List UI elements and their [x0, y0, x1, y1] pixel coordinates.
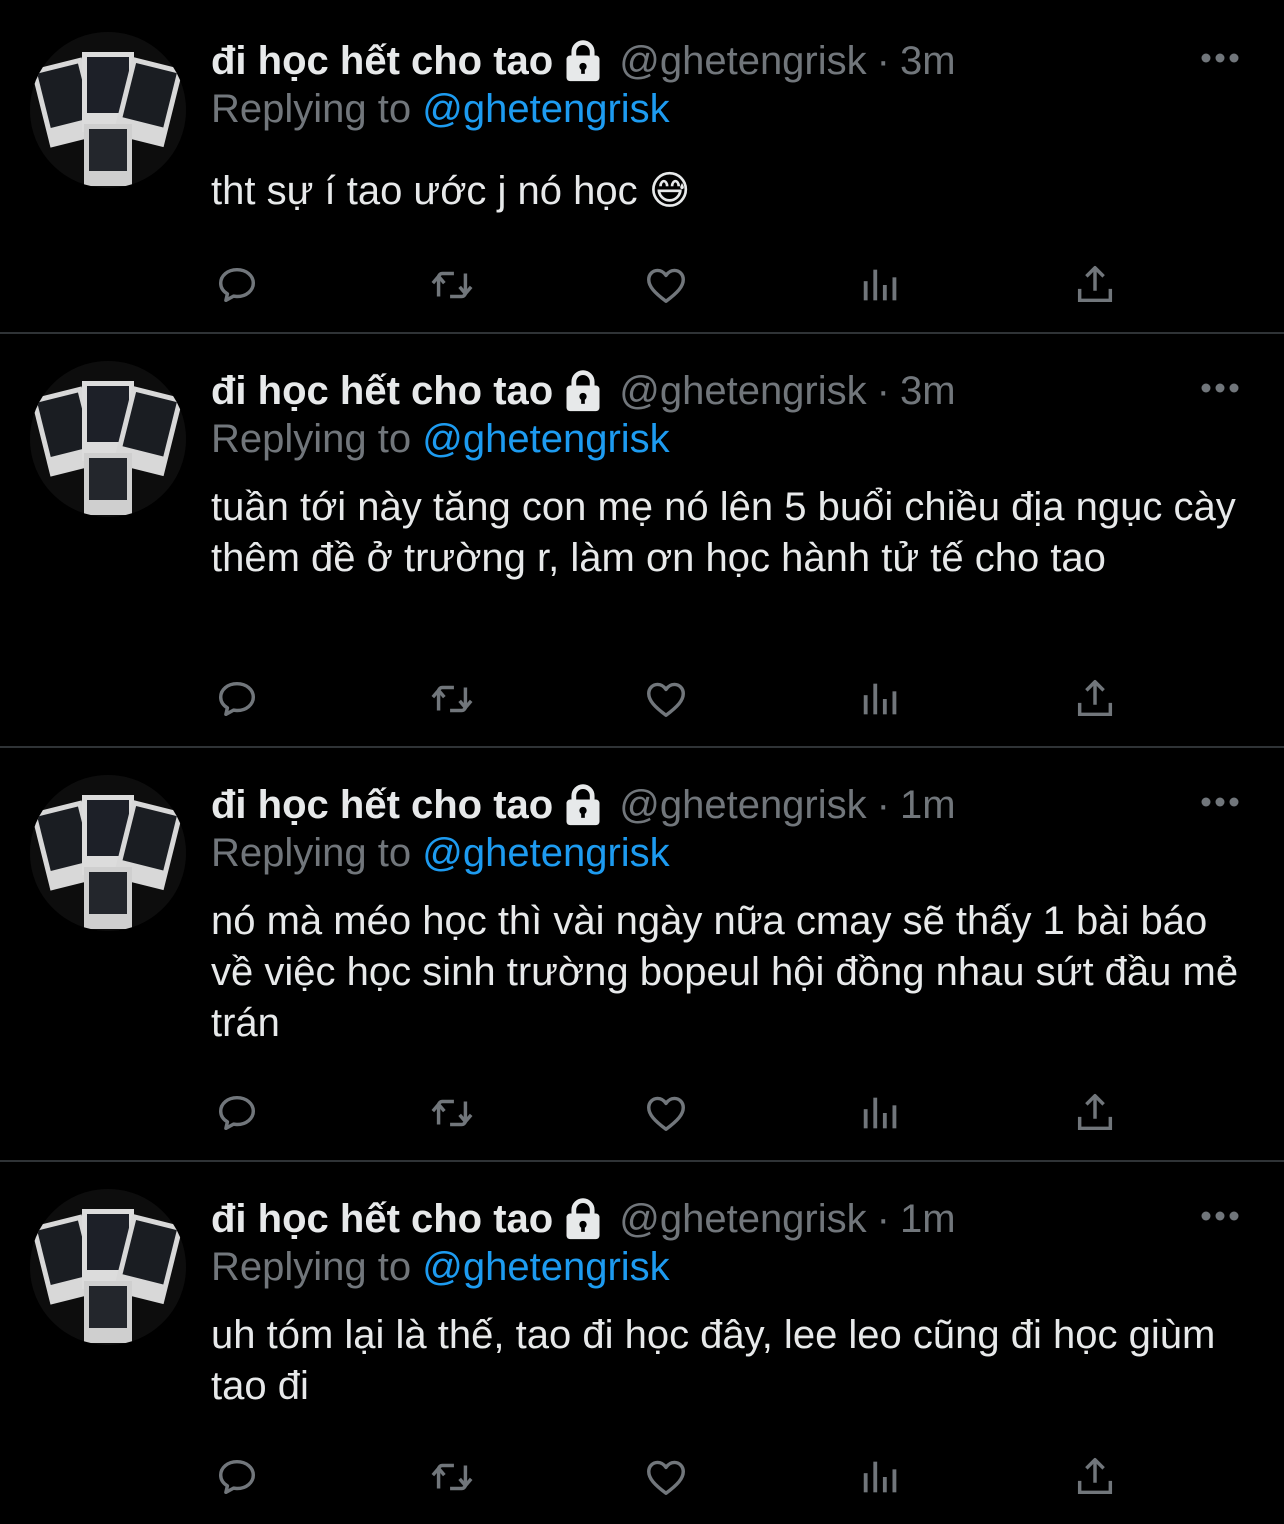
retweet-button[interactable]	[427, 674, 477, 724]
share-button[interactable]	[1070, 260, 1120, 310]
views-button[interactable]	[856, 260, 906, 310]
tweet-header: đi học hết cho tao @ghetengrisk · 3m	[211, 36, 956, 86]
display-name[interactable]: đi học hết cho tao	[211, 1194, 553, 1244]
tweet-text: tuần tới này tăng con mẹ nó lên 5 buổi c…	[211, 485, 1236, 580]
tweet-divider	[0, 332, 1284, 334]
replying-to: Replying to @ghetengrisk	[211, 1242, 670, 1292]
lock-icon	[566, 40, 600, 82]
retweet-button[interactable]	[427, 1452, 477, 1502]
timestamp[interactable]: 3m	[900, 36, 956, 86]
views-button[interactable]	[856, 674, 906, 724]
display-name[interactable]: đi học hết cho tao	[211, 36, 553, 86]
avatar[interactable]	[30, 1189, 186, 1345]
timestamp[interactable]: 1m	[900, 1194, 956, 1244]
display-name[interactable]: đi học hết cho tao	[211, 780, 553, 830]
share-button[interactable]	[1070, 1088, 1120, 1138]
replying-to: Replying to @ghetengrisk	[211, 414, 670, 464]
separator: ·	[876, 39, 890, 83]
handle[interactable]: @ghetengrisk	[619, 1194, 866, 1244]
tweet-text: uh tóm lại là thế, tao đi học đây, lee l…	[211, 1313, 1216, 1408]
handle[interactable]: @ghetengrisk	[619, 780, 866, 830]
mention-link[interactable]: @ghetengrisk	[422, 831, 669, 875]
reply-icon	[218, 267, 256, 303]
tweet-divider	[0, 746, 1284, 748]
views-icon	[863, 683, 897, 715]
avatar[interactable]	[30, 32, 186, 188]
tweet-header: đi học hết cho tao @ghetengrisk · 1m	[211, 1194, 956, 1244]
views-icon	[863, 269, 897, 301]
views-icon	[863, 1097, 897, 1129]
retweet-button[interactable]	[427, 260, 477, 310]
avatar[interactable]	[30, 361, 186, 517]
like-button[interactable]	[641, 674, 691, 724]
more-icon[interactable]	[1200, 382, 1240, 394]
display-name[interactable]: đi học hết cho tao	[211, 366, 553, 416]
tweet-text: tht sự í tao ước j nó học 😅	[211, 169, 691, 213]
heart-icon	[647, 682, 685, 718]
tweet-text: nó mà méo học thì vài ngày nữa cmay sẽ t…	[211, 899, 1239, 1045]
share-button[interactable]	[1070, 674, 1120, 724]
reply-icon	[218, 1459, 256, 1495]
retweet-icon	[431, 685, 473, 713]
separator: ·	[876, 369, 890, 413]
reply-button[interactable]	[212, 1452, 262, 1502]
views-icon	[863, 1461, 897, 1493]
reply-button[interactable]	[212, 260, 262, 310]
replying-prefix: Replying to	[211, 1245, 412, 1289]
lock-icon	[566, 1198, 600, 1240]
separator: ·	[876, 783, 890, 827]
mention-link[interactable]: @ghetengrisk	[422, 1245, 669, 1289]
handle[interactable]: @ghetengrisk	[619, 366, 866, 416]
heart-icon	[647, 1460, 685, 1496]
retweet-icon	[431, 271, 473, 299]
replying-prefix: Replying to	[211, 417, 412, 461]
timestamp[interactable]: 1m	[900, 780, 956, 830]
like-button[interactable]	[641, 260, 691, 310]
retweet-icon	[431, 1099, 473, 1127]
heart-icon	[647, 268, 685, 304]
replying-to: Replying to @ghetengrisk	[211, 84, 670, 134]
like-button[interactable]	[641, 1088, 691, 1138]
like-button[interactable]	[641, 1452, 691, 1502]
action-bar	[0, 260, 1284, 310]
lock-icon	[566, 784, 600, 826]
avatar[interactable]	[30, 775, 186, 931]
mention-link[interactable]: @ghetengrisk	[422, 417, 669, 461]
share-icon	[1077, 1458, 1113, 1495]
mention-link[interactable]: @ghetengrisk	[422, 87, 669, 131]
action-bar	[0, 1088, 1284, 1138]
separator: ·	[876, 1197, 890, 1241]
heart-icon	[647, 1096, 685, 1132]
replying-to: Replying to @ghetengrisk	[211, 828, 670, 878]
handle[interactable]: @ghetengrisk	[619, 36, 866, 86]
reply-icon	[218, 1095, 256, 1131]
share-icon	[1077, 266, 1113, 303]
share-button[interactable]	[1070, 1452, 1120, 1502]
share-icon	[1077, 1094, 1113, 1131]
reply-button[interactable]	[212, 674, 262, 724]
reply-button[interactable]	[212, 1088, 262, 1138]
reply-icon	[218, 681, 256, 717]
more-icon[interactable]	[1200, 1210, 1240, 1222]
replying-prefix: Replying to	[211, 87, 412, 131]
share-icon	[1077, 680, 1113, 717]
retweet-icon	[431, 1463, 473, 1491]
tweet-header: đi học hết cho tao @ghetengrisk · 1m	[211, 780, 956, 830]
views-button[interactable]	[856, 1088, 906, 1138]
tweet-divider	[0, 1160, 1284, 1162]
more-icon[interactable]	[1200, 796, 1240, 808]
tweet-header: đi học hết cho tao @ghetengrisk · 3m	[211, 366, 956, 416]
timestamp[interactable]: 3m	[900, 366, 956, 416]
replying-prefix: Replying to	[211, 831, 412, 875]
more-icon[interactable]	[1200, 52, 1240, 64]
action-bar	[0, 674, 1284, 724]
retweet-button[interactable]	[427, 1088, 477, 1138]
lock-icon	[566, 370, 600, 412]
views-button[interactable]	[856, 1452, 906, 1502]
action-bar	[0, 1452, 1284, 1502]
